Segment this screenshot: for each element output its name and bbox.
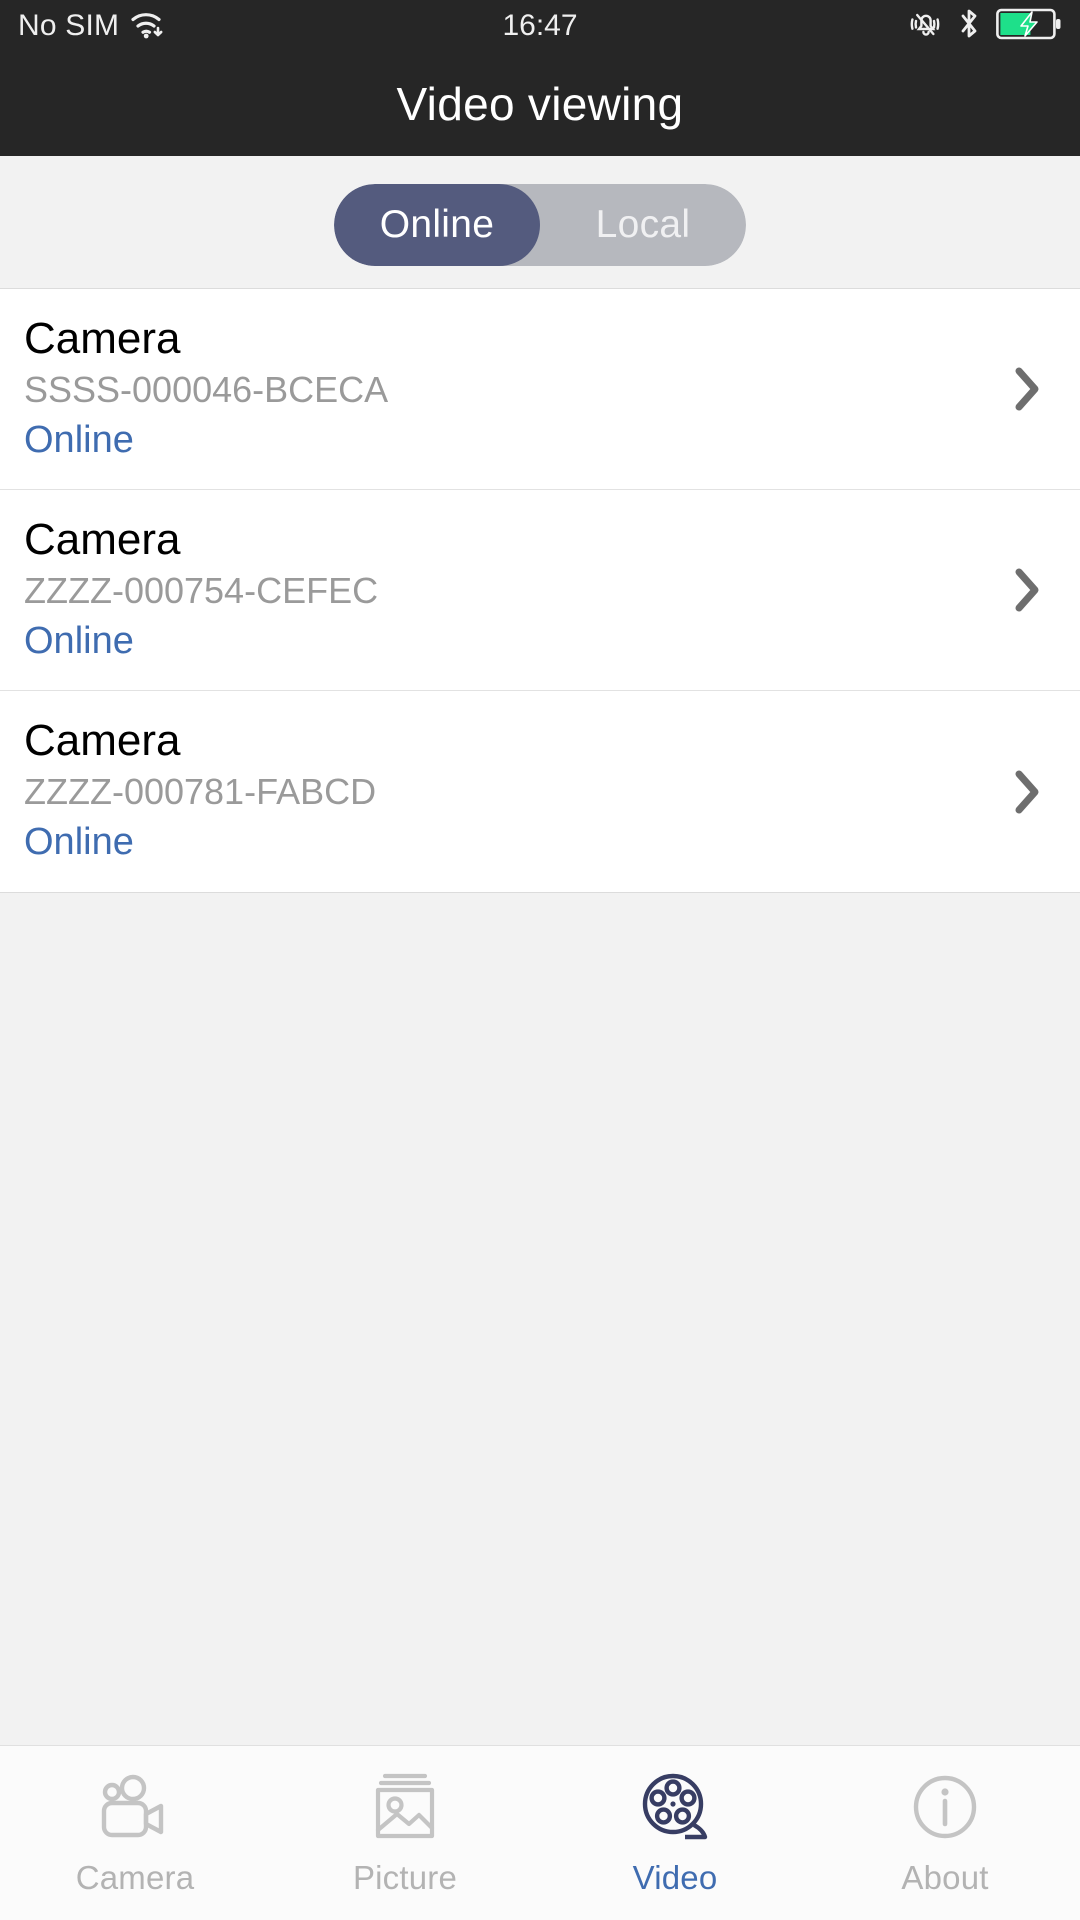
image-icon bbox=[367, 1769, 443, 1845]
device-list: Camera SSSS-000046-BCECA Online Camera Z… bbox=[0, 288, 1080, 893]
bottom-tab-bar: Camera Picture Video About bbox=[0, 1745, 1080, 1920]
status-badge: Online bbox=[24, 821, 134, 864]
status-bar-right bbox=[908, 6, 1062, 47]
device-name: Camera bbox=[24, 716, 181, 766]
device-id: ZZZZ-000754-CEFEC bbox=[24, 569, 379, 611]
device-name: Camera bbox=[24, 313, 181, 363]
segmented-control-container: Online Local bbox=[0, 156, 1080, 288]
list-item[interactable]: Camera ZZZZ-000754-CEFEC Online bbox=[0, 490, 1080, 691]
bell-muted-icon bbox=[908, 7, 942, 46]
segmented-control[interactable]: Online Local bbox=[334, 184, 746, 266]
status-bar: No SIM 16:47 bbox=[0, 0, 1080, 52]
status-badge: Online bbox=[24, 418, 134, 461]
battery-charging-icon bbox=[996, 7, 1062, 46]
wifi-icon bbox=[129, 8, 167, 45]
tab-label: Camera bbox=[75, 1859, 195, 1896]
list-item-text: Camera SSSS-000046-BCECA Online bbox=[24, 313, 1004, 465]
segment-online[interactable]: Online bbox=[334, 184, 540, 266]
list-item-text: Camera ZZZZ-000781-FABCD Online bbox=[24, 715, 1004, 867]
info-circle-icon bbox=[909, 1769, 981, 1845]
tab-label: Video bbox=[632, 1859, 718, 1896]
tab-label: Picture bbox=[352, 1859, 458, 1896]
list-item[interactable]: Camera ZZZZ-000781-FABCD Online bbox=[0, 691, 1080, 892]
status-badge: Online bbox=[24, 619, 134, 662]
carrier-label: No SIM bbox=[18, 9, 120, 42]
bluetooth-icon bbox=[956, 6, 982, 47]
camcorder-icon bbox=[95, 1769, 175, 1845]
app-root: No SIM 16:47 Video viewing Online Local … bbox=[0, 0, 1080, 1920]
device-list-container: Camera SSSS-000046-BCECA Online Camera Z… bbox=[0, 288, 1080, 1745]
device-id: SSSS-000046-BCECA bbox=[24, 368, 389, 410]
list-item-text: Camera ZZZZ-000754-CEFEC Online bbox=[24, 514, 1004, 666]
title-bar: Video viewing bbox=[0, 52, 1080, 156]
film-reel-icon bbox=[637, 1769, 713, 1845]
tab-video[interactable]: Video bbox=[540, 1746, 810, 1920]
tab-label: About bbox=[901, 1859, 989, 1896]
page-title: Video viewing bbox=[396, 78, 684, 130]
device-id: ZZZZ-000781-FABCD bbox=[24, 771, 377, 813]
status-bar-left: No SIM bbox=[18, 8, 167, 45]
chevron-right-icon[interactable] bbox=[1004, 365, 1050, 413]
list-item[interactable]: Camera SSSS-000046-BCECA Online bbox=[0, 289, 1080, 490]
chevron-right-icon[interactable] bbox=[1004, 768, 1050, 816]
tab-picture[interactable]: Picture bbox=[270, 1746, 540, 1920]
tab-camera[interactable]: Camera bbox=[0, 1746, 270, 1920]
tab-about[interactable]: About bbox=[810, 1746, 1080, 1920]
chevron-right-icon[interactable] bbox=[1004, 566, 1050, 614]
device-name: Camera bbox=[24, 514, 181, 564]
